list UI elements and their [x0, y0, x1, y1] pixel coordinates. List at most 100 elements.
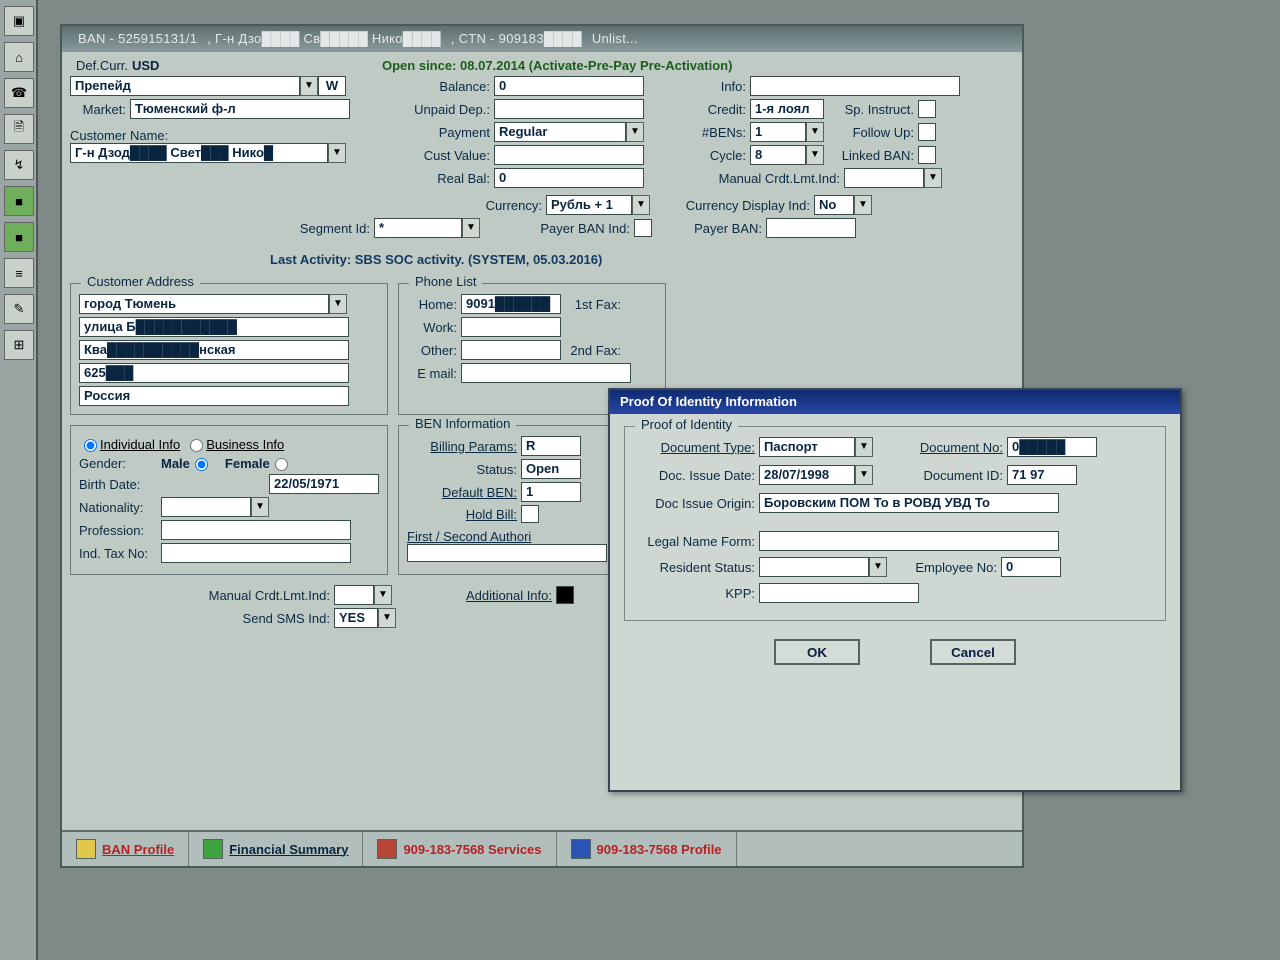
nat-dropdown-icon[interactable]: ▼	[251, 497, 269, 517]
emp-field[interactable]: 0	[1001, 557, 1061, 577]
ddate-field[interactable]: 28/07/1998	[759, 465, 855, 485]
cycle-dropdown-icon[interactable]: ▼	[806, 145, 824, 165]
tab-financial[interactable]: Financial Summary	[189, 832, 363, 866]
seg-field[interactable]: *	[374, 218, 462, 238]
follow-checkbox[interactable]	[918, 123, 936, 141]
balance-field[interactable]: 0	[494, 76, 644, 96]
individual-radio[interactable]	[84, 439, 97, 452]
individual-label[interactable]: Individual Info	[100, 437, 180, 452]
tool-icon[interactable]: 🗎	[4, 114, 34, 144]
currency-dropdown-icon[interactable]: ▼	[632, 195, 650, 215]
rs-field[interactable]	[759, 557, 869, 577]
info-field[interactable]	[750, 76, 960, 96]
credit-field[interactable]: 1-я лоял	[750, 99, 824, 119]
other-field[interactable]	[461, 340, 561, 360]
tool-icon[interactable]: ⌂	[4, 42, 34, 72]
tax-field[interactable]	[161, 543, 351, 563]
tool-icon[interactable]: ■	[4, 222, 34, 252]
work-field[interactable]	[461, 317, 561, 337]
plan-dropdown-icon[interactable]: ▼	[300, 76, 318, 96]
pbi-label: Payer BAN Ind:	[480, 221, 634, 236]
business-label[interactable]: Business Info	[206, 437, 284, 452]
addr-line5[interactable]: Россия	[79, 386, 349, 406]
bp-field[interactable]: R	[521, 436, 581, 456]
dtype-label[interactable]: Document Type:	[635, 440, 759, 455]
sp-checkbox[interactable]	[918, 100, 936, 118]
rs-dropdown-icon[interactable]: ▼	[869, 557, 887, 577]
mcl-field[interactable]	[844, 168, 924, 188]
customer-dropdown-icon[interactable]: ▼	[328, 143, 346, 163]
tool-icon[interactable]: ☎	[4, 78, 34, 108]
dtype-dropdown-icon[interactable]: ▼	[855, 437, 873, 457]
dno-field[interactable]: 0█████	[1007, 437, 1097, 457]
tool-icon[interactable]: ≡	[4, 258, 34, 288]
dno-label[interactable]: Document No:	[873, 440, 1007, 455]
customer-name-field[interactable]: Г-н Дзод████ Свет███ Нико█	[70, 143, 328, 163]
tab-ban-profile[interactable]: BAN Profile	[62, 832, 189, 866]
addinfo-checkbox[interactable]	[556, 586, 574, 604]
linked-checkbox[interactable]	[918, 146, 936, 164]
nat-field[interactable]	[161, 497, 251, 517]
customer-address-caption: Customer Address	[81, 274, 200, 289]
cancel-button[interactable]: Cancel	[930, 639, 1016, 665]
female-radio[interactable]	[275, 458, 288, 471]
tool-icon[interactable]: ■	[4, 186, 34, 216]
bens-dropdown-icon[interactable]: ▼	[806, 122, 824, 142]
sms-dropdown-icon[interactable]: ▼	[378, 608, 396, 628]
tab-profile[interactable]: 909-183-7568 Profile	[557, 832, 737, 866]
mcl2-dropdown-icon[interactable]: ▼	[374, 585, 392, 605]
defben-field[interactable]: 1	[521, 482, 581, 502]
tab-services[interactable]: 909-183-7568 Services	[363, 832, 556, 866]
currency-field[interactable]: Рубль + 1	[546, 195, 632, 215]
pban-field[interactable]	[766, 218, 856, 238]
birth-field[interactable]: 22/05/1971	[269, 474, 379, 494]
home-field[interactable]: 9091██████	[461, 294, 561, 314]
kpp-field[interactable]	[759, 583, 919, 603]
cdi-field[interactable]: No	[814, 195, 854, 215]
addr-dropdown-icon[interactable]: ▼	[329, 294, 347, 314]
tool-icon[interactable]: ↯	[4, 150, 34, 180]
tool-icon[interactable]: ▣	[4, 6, 34, 36]
male-radio[interactable]	[195, 458, 208, 471]
addr-line1[interactable]: город Тюмень	[79, 294, 329, 314]
tool-icon[interactable]: ⊞	[4, 330, 34, 360]
addr-line2[interactable]: улица Б███████████	[79, 317, 349, 337]
dorigin-field[interactable]: Боровским ПОМ То в РОВД УВД То	[759, 493, 1059, 513]
fs-label[interactable]: First / Second Authori	[407, 529, 637, 544]
seg-dropdown-icon[interactable]: ▼	[462, 218, 480, 238]
hold-label[interactable]: Hold Bill:	[407, 507, 521, 522]
addr-line4[interactable]: 625███	[79, 363, 349, 383]
bp-label[interactable]: Billing Params:	[407, 439, 521, 454]
payment-field[interactable]: Regular	[494, 122, 626, 142]
unpaid-field[interactable]	[494, 99, 644, 119]
custval-field[interactable]	[494, 145, 644, 165]
cycle-field[interactable]: 8	[750, 145, 806, 165]
addr-line3[interactable]: Ква██████████нская	[79, 340, 349, 360]
status-field[interactable]: Open	[521, 459, 581, 479]
addinfo-label[interactable]: Additional Info:	[392, 588, 556, 603]
bens-field[interactable]: 1	[750, 122, 806, 142]
prof-field[interactable]	[161, 520, 351, 540]
pbi-checkbox[interactable]	[634, 219, 652, 237]
mcl2-field[interactable]	[334, 585, 374, 605]
plan-field[interactable]: Препейд	[70, 76, 300, 96]
sms-field[interactable]: YES	[334, 608, 378, 628]
hold-checkbox[interactable]	[521, 505, 539, 523]
ln-field[interactable]	[759, 531, 1059, 551]
cdi-dropdown-icon[interactable]: ▼	[854, 195, 872, 215]
tool-icon[interactable]: ✎	[4, 294, 34, 324]
email-field[interactable]	[461, 363, 631, 383]
dtype-field[interactable]: Паспорт	[759, 437, 855, 457]
payment-dropdown-icon[interactable]: ▼	[626, 122, 644, 142]
realbal-field[interactable]: 0	[494, 168, 644, 188]
fs-field[interactable]	[407, 544, 607, 562]
did-field[interactable]: 71 97	[1007, 465, 1077, 485]
mcl-dropdown-icon[interactable]: ▼	[924, 168, 942, 188]
business-radio[interactable]	[190, 439, 203, 452]
market-field[interactable]: Тюменский ф-л	[130, 99, 350, 119]
defben-label[interactable]: Default BEN:	[407, 485, 521, 500]
ddate-dropdown-icon[interactable]: ▼	[855, 465, 873, 485]
ok-button[interactable]: OK	[774, 639, 860, 665]
proof-caption: Proof of Identity	[635, 417, 738, 432]
gender-label: Gender:	[79, 456, 161, 471]
